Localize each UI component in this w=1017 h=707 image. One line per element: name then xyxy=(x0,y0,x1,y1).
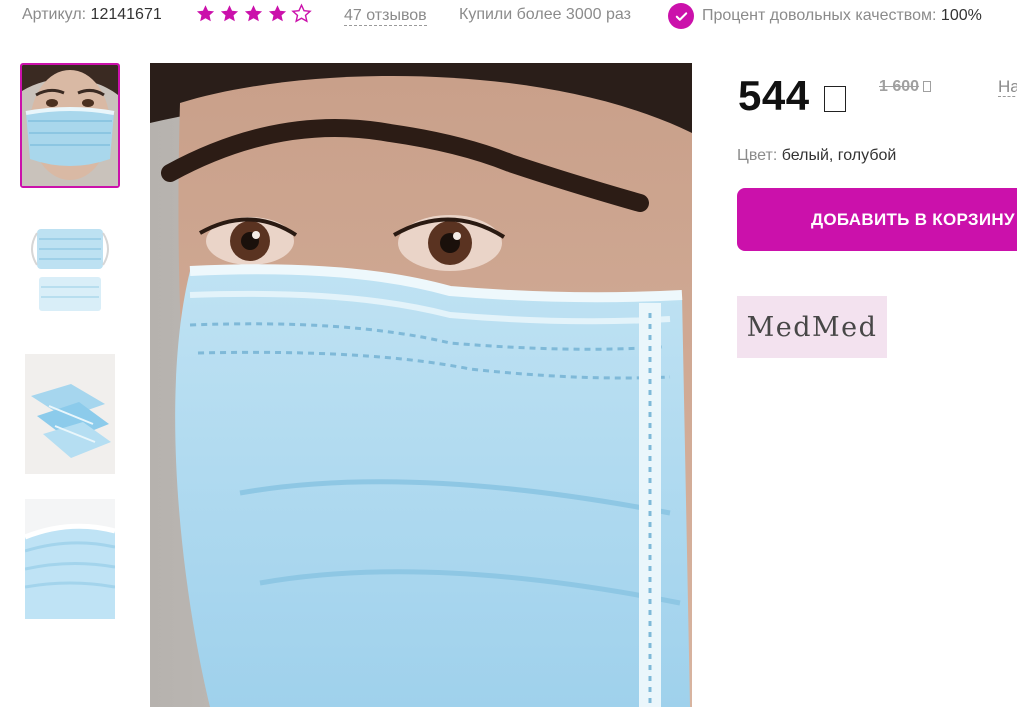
product-meta-bar: Артикул: 12141671 47 отзывов Купили боле… xyxy=(0,0,1017,34)
star-filled-icon xyxy=(244,5,263,22)
check-icon xyxy=(668,3,694,29)
brand-name: MedMed xyxy=(746,311,878,343)
article-label: Артикул: xyxy=(22,6,87,23)
main-product-image[interactable] xyxy=(150,63,692,707)
price-value: 544 xyxy=(738,72,810,119)
quality-value: 100% xyxy=(940,7,982,24)
color-info: Цвет: белый, голубой xyxy=(737,147,896,165)
star-filled-icon xyxy=(268,5,287,22)
old-price: 1 600 xyxy=(879,78,932,96)
brand-logo[interactable]: MedMed xyxy=(737,296,887,358)
currency-icon xyxy=(823,86,846,112)
thumbnail-two-masks-flat[interactable] xyxy=(25,213,115,333)
quality-rating: Процент довольных качеством: 100% xyxy=(668,3,982,29)
star-filled-icon xyxy=(196,5,215,22)
current-price: 544 xyxy=(738,72,846,120)
article-value: 12141671 xyxy=(90,6,162,23)
article-number: Артикул: 12141671 xyxy=(22,6,162,24)
star-filled-icon xyxy=(220,5,239,22)
rating-stars xyxy=(195,3,312,24)
purchases-count: Купили более 3000 раз xyxy=(459,6,631,23)
color-label: Цвет: xyxy=(737,147,778,164)
add-to-cart-button[interactable]: ДОБАВИТЬ В КОРЗИНУ xyxy=(737,188,1017,251)
star-empty-icon xyxy=(291,3,312,23)
quality-label: Процент довольных качеством: xyxy=(702,7,937,24)
na-link[interactable]: На xyxy=(998,77,1017,97)
thumbnail-mask-closeup[interactable] xyxy=(25,499,115,619)
thumbnail-face-mask-model[interactable] xyxy=(20,63,120,188)
thumbnail-mask-stack[interactable] xyxy=(25,354,115,474)
old-price-value: 1 600 xyxy=(879,78,920,95)
currency-icon xyxy=(923,81,932,92)
reviews-link[interactable]: 47 отзывов xyxy=(344,6,427,26)
color-value: белый, голубой xyxy=(781,147,897,164)
